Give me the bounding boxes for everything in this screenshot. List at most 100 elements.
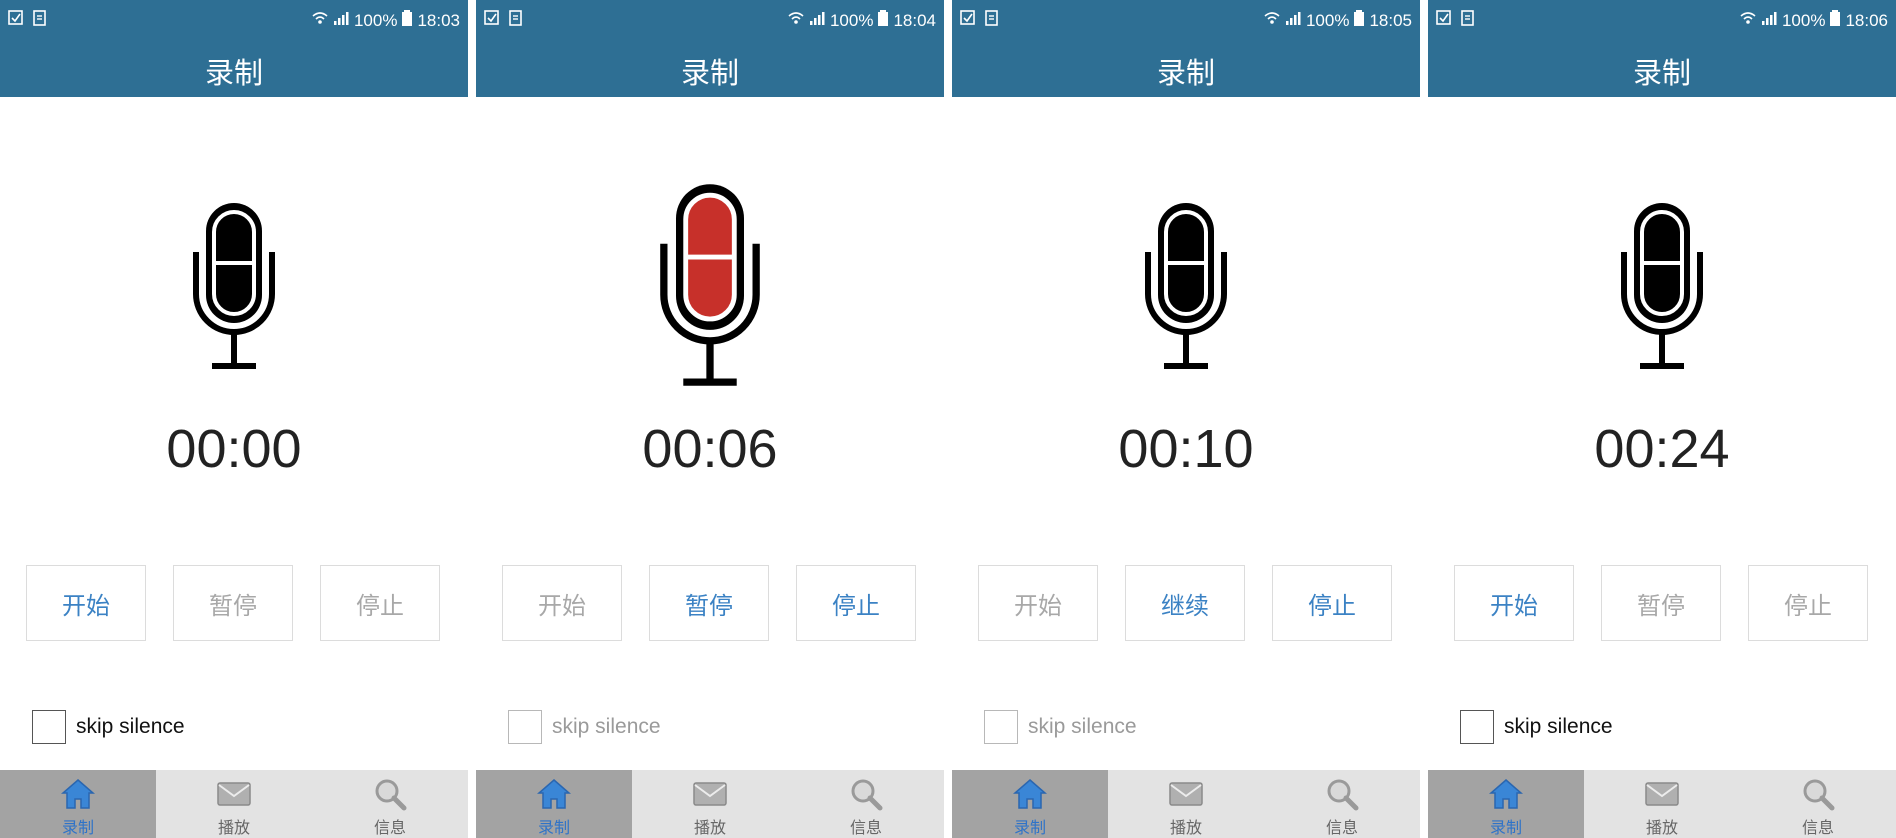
record-timer: 00:10 [1118,419,1254,479]
skip-silence-checkbox[interactable] [32,710,66,744]
tab-playback[interactable]: 播放 [1108,770,1264,838]
pause-button[interactable]: 暂停 [649,565,769,641]
skip-silence-option[interactable]: skip silence [32,708,185,746]
skip-silence-checkbox[interactable] [508,710,542,744]
mail-icon [1168,776,1204,812]
signal-icon [333,10,349,31]
status-bar: 100% 18:03 [0,0,468,40]
signal-icon [1761,10,1777,31]
battery-icon [1830,10,1841,31]
tab-label: 录制 [537,818,570,837]
page-title: 录制 [1156,56,1215,90]
battery-percent: 100% [1305,10,1350,30]
tab-info[interactable]: 信息 [1264,770,1420,838]
clock: 18:03 [417,10,460,30]
bottom-tab-bar: 录制 播放 信息 [952,770,1420,838]
pause-button[interactable]: 暂停 [1601,565,1721,641]
record-timer: 00:00 [166,419,302,479]
phone-screen-3: 100% 18:05 录制 00:10 开始 继续 停止 skip silenc… [952,0,1420,838]
skip-silence-label: skip silence [552,715,661,738]
wifi-icon [1740,10,1756,31]
start-button[interactable]: 开始 [502,565,622,641]
app-bar: 录制 [476,40,944,97]
tab-label: 播放 [217,818,250,837]
skip-silence-option[interactable]: skip silence [508,708,661,746]
wifi-icon [1264,10,1280,31]
start-button[interactable]: 开始 [26,565,146,641]
tab-info[interactable]: 信息 [1740,770,1896,838]
tab-info[interactable]: 信息 [788,770,944,838]
signal-icon [1285,10,1301,31]
tab-record[interactable]: 录制 [476,770,632,838]
tab-label: 信息 [1801,818,1834,837]
start-button[interactable]: 开始 [978,565,1098,641]
record-timer: 00:24 [1594,419,1730,479]
tab-playback[interactable]: 播放 [632,770,788,838]
bottom-tab-bar: 录制 播放 信息 [0,770,468,838]
clock: 18:05 [1369,10,1412,30]
app-bar: 录制 [0,40,468,97]
status-bar: 100% 18:05 [952,0,1420,40]
tab-playback[interactable]: 播放 [156,770,312,838]
bottom-tab-bar: 录制 播放 信息 [476,770,944,838]
record-timer: 00:06 [642,419,778,479]
wifi-icon [788,10,804,31]
skip-silence-checkbox[interactable] [1460,710,1494,744]
stop-button[interactable]: 停止 [320,565,440,641]
tab-label: 播放 [693,818,726,837]
tab-label: 录制 [1013,818,1046,837]
stop-button[interactable]: 停止 [1272,565,1392,641]
skip-silence-checkbox[interactable] [984,710,1018,744]
battery-icon [878,10,889,31]
document-notification-icon [32,10,48,31]
search-icon [1325,776,1359,812]
tab-label: 信息 [373,818,406,837]
battery-percent: 100% [1781,10,1826,30]
checkbox-notification-icon [960,10,976,31]
phone-screen-1: 100% 18:03 录制 00:00 开始 暂停 停止 skip silenc… [0,0,468,838]
stop-button[interactable]: 停止 [1748,565,1868,641]
tab-label: 播放 [1645,818,1678,837]
tab-label: 信息 [849,818,882,837]
signal-icon [809,10,825,31]
start-button[interactable]: 开始 [1454,565,1574,641]
clock: 18:04 [893,10,936,30]
document-notification-icon [1460,10,1476,31]
microphone-icon [192,200,276,376]
battery-icon [402,10,413,31]
microphone-icon [1144,200,1228,376]
resume-button[interactable]: 继续 [1125,565,1245,641]
home-icon [537,776,571,812]
home-icon [61,776,95,812]
skip-silence-label: skip silence [1504,715,1613,738]
search-icon [373,776,407,812]
skip-silence-label: skip silence [1028,715,1137,738]
tab-label: 信息 [1325,818,1358,837]
microphone-icon [1620,200,1704,376]
document-notification-icon [984,10,1000,31]
skip-silence-option[interactable]: skip silence [1460,708,1613,746]
page-title: 录制 [204,56,263,90]
search-icon [849,776,883,812]
mail-icon [216,776,252,812]
home-icon [1013,776,1047,812]
bottom-tab-bar: 录制 播放 信息 [1428,770,1896,838]
tab-record[interactable]: 录制 [952,770,1108,838]
tab-record[interactable]: 录制 [1428,770,1584,838]
skip-silence-option[interactable]: skip silence [984,708,1137,746]
page-title: 录制 [1632,56,1691,90]
tab-info[interactable]: 信息 [312,770,468,838]
checkbox-notification-icon [1436,10,1452,31]
battery-icon [1354,10,1365,31]
wifi-icon [312,10,328,31]
tab-record[interactable]: 录制 [0,770,156,838]
status-bar: 100% 18:06 [1428,0,1896,40]
tab-label: 播放 [1169,818,1202,837]
tab-playback[interactable]: 播放 [1584,770,1740,838]
checkbox-notification-icon [8,10,24,31]
home-icon [1489,776,1523,812]
stop-button[interactable]: 停止 [796,565,916,641]
checkbox-notification-icon [484,10,500,31]
pause-button[interactable]: 暂停 [173,565,293,641]
app-bar: 录制 [1428,40,1896,97]
